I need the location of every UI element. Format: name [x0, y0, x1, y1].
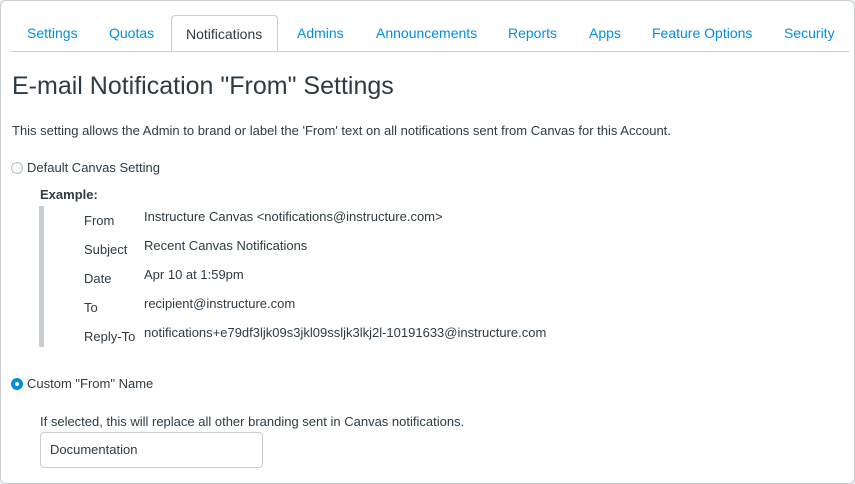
example-value: Recent Canvas Notifications: [144, 238, 308, 253]
tab-notifications[interactable]: Notifications: [171, 15, 278, 51]
page-title: E-mail Notification "From" Settings: [12, 72, 394, 100]
default-radio[interactable]: [11, 161, 23, 174]
default-radio-label: Default Canvas Setting: [27, 160, 160, 175]
custom-radio[interactable]: [11, 377, 23, 390]
example-value: Apr 10 at 1:59pm: [144, 267, 244, 282]
example-value: recipient@instructure.com: [144, 296, 296, 311]
tab-bar: Settings Quotas Notifications Admins Ann…: [11, 15, 849, 52]
example-value: Instructure Canvas <notifications@instru…: [144, 209, 443, 224]
example-value: notifications+e79df3ljk09s3jkl09ssljk3lk…: [144, 325, 547, 340]
tab-feature-options[interactable]: Feature Options: [652, 15, 752, 51]
example-key: Date: [84, 271, 112, 286]
example-key: From: [84, 213, 115, 228]
custom-from-name-input[interactable]: Documentation: [40, 432, 263, 468]
tab-admins[interactable]: Admins: [297, 15, 344, 51]
custom-from-name-option[interactable]: Custom "From" Name: [11, 376, 153, 391]
default-canvas-setting-option[interactable]: Default Canvas Setting: [11, 160, 160, 175]
example-key: Subject: [84, 242, 128, 257]
example-label: Example:: [40, 187, 98, 202]
custom-radio-label: Custom "From" Name: [27, 376, 154, 391]
tab-quotas[interactable]: Quotas: [109, 15, 154, 51]
tab-security[interactable]: Security: [784, 15, 835, 51]
tab-announcements[interactable]: Announcements: [376, 15, 477, 51]
example-divider: [39, 206, 44, 347]
example-key: To: [84, 300, 98, 315]
custom-name-note: If selected, this will replace all other…: [40, 414, 465, 429]
settings-window: Settings Quotas Notifications Admins Ann…: [0, 0, 855, 484]
page-description: This setting allows the Admin to brand o…: [12, 123, 671, 138]
example-key: Reply-To: [84, 329, 136, 344]
tab-settings[interactable]: Settings: [27, 15, 78, 51]
tab-reports[interactable]: Reports: [508, 15, 557, 51]
tab-apps[interactable]: Apps: [589, 15, 621, 51]
